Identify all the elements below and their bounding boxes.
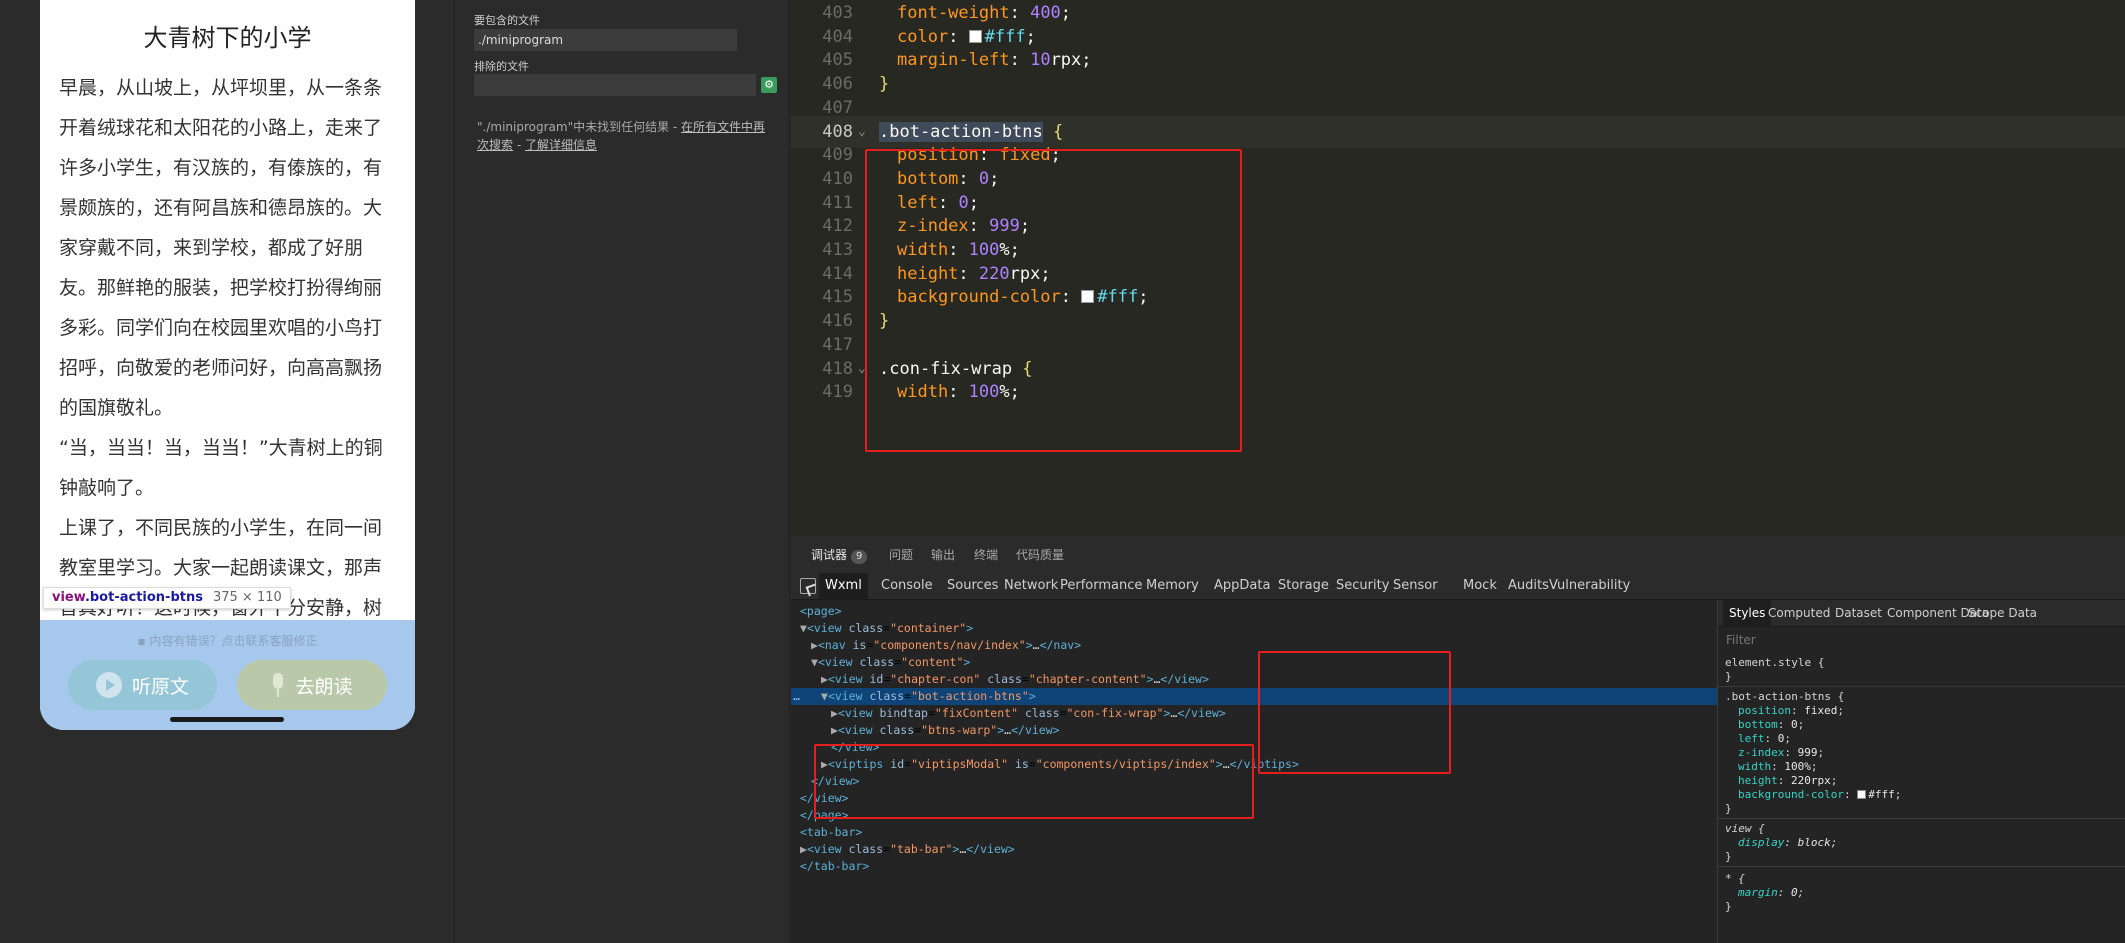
microphone-icon	[271, 673, 285, 697]
tab-storage[interactable]: Storage	[1272, 573, 1335, 599]
view-rule-selector: view {	[1725, 822, 1765, 835]
star-rule-close: }	[1725, 900, 1732, 913]
msg-separator: -	[513, 138, 525, 152]
styles-tab-computed[interactable]: Computed	[1762, 600, 1836, 627]
tab-wxml[interactable]: Wxml	[819, 573, 868, 599]
paragraph-1: 早晨，从山坡上，从坪坝里，从一条条开着绒球花和太阳花的小路上，走来了许多小学生，…	[59, 77, 383, 419]
home-indicator	[170, 717, 284, 722]
tab-debugger[interactable]: 调试器 9	[811, 546, 868, 564]
divider	[1718, 818, 2125, 819]
search-result-message: "./miniprogram"中未找到任何结果 - 在所有文件中再次搜索 - 了…	[477, 118, 777, 154]
css-declaration[interactable]: width: 100%;	[1738, 760, 1818, 774]
paragraph-2: “当，当当！当，当当！”大青树上的铜钟敲响了。	[59, 437, 383, 499]
tree-node[interactable]: ▶<nav is="components/nav/index">…</nav>	[791, 637, 1717, 654]
css-declaration[interactable]: left: 0;	[1738, 732, 1791, 746]
tab-sensor[interactable]: Sensor	[1387, 573, 1444, 599]
include-files-label: 要包含的文件	[474, 14, 540, 27]
view-rule-close: }	[1725, 850, 1732, 863]
highlight-box-styles	[1258, 651, 1451, 774]
report-error-link[interactable]: ▪ 内容有错误？点击联系客服修正	[40, 632, 415, 649]
view-rule-prop: display: block;	[1738, 836, 1838, 849]
tree-node[interactable]: ▶<view bindtap="fixContent" class="con-f…	[791, 705, 1717, 722]
css-declaration[interactable]: bottom: 0;	[1738, 718, 1804, 732]
search-panel: 要包含的文件 排除的文件 ⚙ "./miniprogram"中未找到任何结果 -…	[456, 0, 790, 943]
tab-memory[interactable]: Memory	[1140, 573, 1205, 599]
element-style-rule: element.style {	[1725, 656, 1825, 669]
debugger-badge: 9	[851, 550, 868, 564]
tab-mock[interactable]: Mock	[1457, 573, 1503, 599]
css-declaration[interactable]: position: fixed;	[1738, 704, 1844, 718]
css-declaration[interactable]: background-color: #fff;	[1738, 788, 1901, 802]
rule-close: }	[1725, 802, 1732, 815]
gear-icon[interactable]: ⚙	[761, 77, 777, 93]
tab-output[interactable]: 输出	[931, 546, 955, 563]
article-title: 大青树下的小学	[143, 24, 312, 52]
tree-node[interactable]: <tab-bar>	[791, 824, 1717, 841]
element-hover-tooltip: view.bot-action-btns 375 × 110	[43, 587, 291, 609]
element-style-close: }	[1725, 670, 1732, 683]
tree-node[interactable]: </tab-bar>	[791, 858, 1717, 875]
divider	[1718, 686, 2125, 687]
styles-tabs: Styles Computed Dataset Component Data Scope…	[1718, 600, 2125, 627]
highlight-box-code	[865, 149, 1242, 452]
listen-original-button[interactable]: 听原文	[68, 660, 217, 710]
tab-security[interactable]: Security	[1330, 573, 1395, 599]
tab-vulnerability[interactable]: Vulnerability	[1543, 573, 1636, 599]
color-swatch-icon[interactable]	[968, 29, 982, 43]
learn-more-link[interactable]: 了解详细信息	[525, 138, 597, 152]
article-body: 早晨，从山坡上，从坪坝里，从一条条开着绒球花和太阳花的小路上，走来了许多小学生，…	[40, 68, 415, 628]
devtools-panel: 调试器 9 问题 输出 终端 代码质量 Wxml Console Sources Net…	[791, 536, 2125, 943]
styles-filter-input[interactable]	[1718, 628, 2125, 652]
bot-action-btns: ▪ 内容有错误？点击联系客服修正 听原文 去朗读	[40, 620, 415, 730]
tree-node[interactable]: ▶<view class="btns-warp">…</view>	[791, 722, 1717, 739]
styles-tab-scope-data[interactable]: Scope Data	[1962, 600, 2043, 627]
msg-prefix: "./miniprogram"中未找到任何结果 -	[477, 120, 682, 134]
tree-node[interactable]: ▶<view id="chapter-con" class="chapter-c…	[791, 671, 1717, 688]
include-files-input[interactable]	[474, 29, 737, 51]
styles-tab-dataset[interactable]: Dataset	[1829, 600, 1888, 627]
star-rule-selector: * {	[1725, 872, 1745, 885]
read-label: 去朗读	[295, 675, 353, 698]
tab-terminal[interactable]: 终端	[974, 546, 998, 563]
wxml-tree[interactable]: <page> ▼<view class="container"> ▶<nav is=…	[791, 600, 1717, 943]
simulator-panel: 大青树下的小学 早晨，从山坡上，从坪坝里，从一条条开着绒球花和太阳花的小路上，走…	[0, 0, 455, 943]
tab-appdata[interactable]: AppData	[1208, 573, 1276, 599]
exclude-files-input[interactable]	[474, 74, 756, 96]
tab-console[interactable]: Console	[875, 573, 939, 599]
styles-pane: Styles Computed Dataset Component Data Scope…	[1717, 600, 2125, 943]
css-declaration[interactable]: height: 220rpx;	[1738, 774, 1837, 788]
tree-node[interactable]: <page>	[791, 603, 1717, 620]
code-editor[interactable]: 403 font-weight: 400; 404 color: #fff; 405 ma…	[791, 0, 2125, 536]
css-declaration[interactable]: z-index: 999;	[1738, 746, 1824, 760]
tree-node[interactable]: … ▼<view class="bot-action-btns">	[791, 688, 1717, 705]
tree-node[interactable]: ▶<view class="tab-bar">…</view>	[791, 841, 1717, 858]
star-rule-prop: margin: 0;	[1738, 886, 1805, 899]
highlight-box-tree	[814, 744, 1254, 819]
exclude-files-label: 排除的文件	[474, 60, 529, 73]
tree-node[interactable]: ▼<view class="content">	[791, 654, 1717, 671]
phone-screen: 大青树下的小学 早晨，从山坡上，从坪坝里，从一条条开着绒球花和太阳花的小路上，走…	[40, 0, 415, 730]
message-icon: ▪	[137, 634, 146, 648]
tooltip-tag: view	[52, 590, 85, 605]
devtools-tabs: Wxml Console Sources Network Performance Memo…	[791, 573, 2125, 600]
go-read-button[interactable]: 去朗读	[237, 660, 387, 710]
listen-label: 听原文	[131, 675, 189, 698]
more-icon[interactable]: …	[793, 688, 800, 705]
tooltip-size: 375 × 110	[212, 590, 282, 605]
play-icon	[95, 672, 122, 698]
tree-node[interactable]: ▼<view class="container">	[791, 620, 1717, 637]
tooltip-class: .bot-action-btns	[84, 590, 203, 605]
tab-code-quality[interactable]: 代码质量	[1016, 546, 1064, 563]
rule-selector: .bot-action-btns {	[1725, 690, 1845, 703]
tab-sources[interactable]: Sources	[941, 573, 1004, 599]
devtools-top-tabs: 调试器 9 问题 输出 终端 代码质量	[791, 536, 2125, 573]
inspect-element-icon[interactable]	[800, 578, 816, 594]
tab-problems[interactable]: 问题	[889, 546, 913, 563]
color-swatch-icon[interactable]	[1857, 790, 1867, 799]
tab-performance[interactable]: Performance	[1054, 573, 1148, 599]
paragraph-3: 上课了，不同民族的小学生，在同一间教室里学习。大家一起朗读课文，那声音真好听！这…	[59, 517, 383, 619]
divider	[1718, 866, 2125, 867]
line-number: 419	[822, 382, 853, 403]
report-text: 内容有错误？点击联系客服修正	[149, 634, 318, 648]
